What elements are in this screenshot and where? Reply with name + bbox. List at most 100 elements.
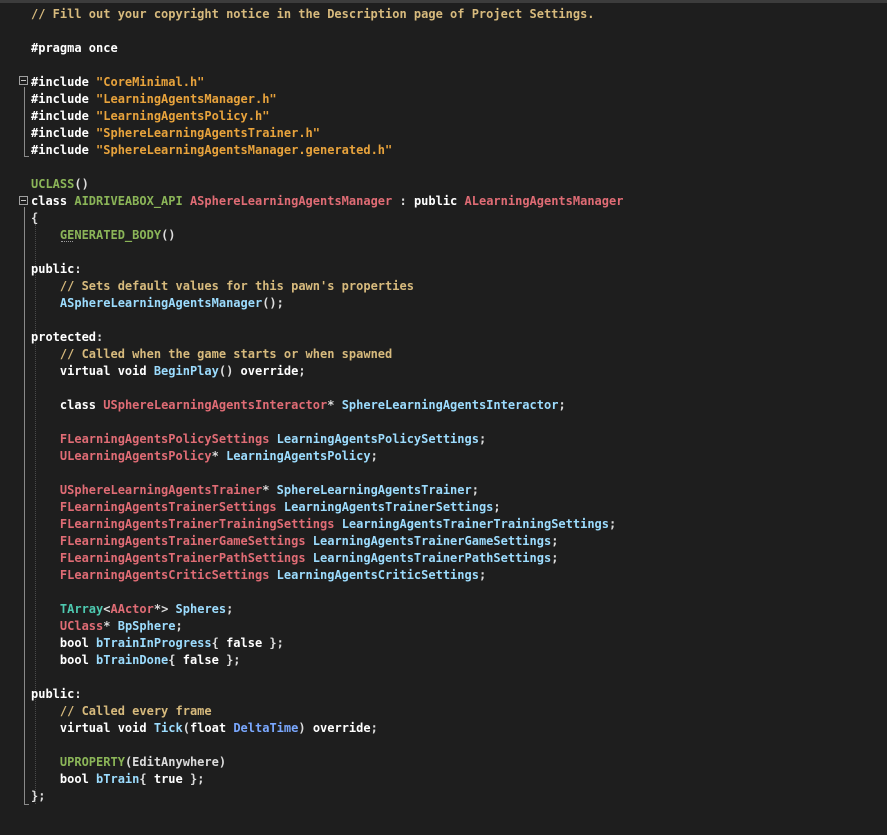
code-token-keyword: bool xyxy=(59,653,97,667)
code-token-plain: * xyxy=(103,619,118,633)
code-line[interactable]: UPROPERTY(EditAnywhere) xyxy=(31,754,226,771)
code-token-plain: ; xyxy=(551,551,559,565)
code-line[interactable]: #include "LearningAgentsPolicy.h" xyxy=(31,108,269,125)
code-token-class-name: ALearningAgentsManager xyxy=(464,194,624,208)
code-token-member: LearningAgentsTrainerTrainingSettings xyxy=(341,517,609,531)
code-line[interactable]: FLearningAgentsTrainerSettings LearningA… xyxy=(31,499,501,516)
code-line[interactable]: FLearningAgentsTrainerTrainingSettings L… xyxy=(31,516,616,533)
code-token-plain: () xyxy=(74,177,89,191)
code-editor[interactable]: // Fill out your copyright notice in the… xyxy=(0,0,887,835)
code-token-macro: GENERATED_BODY xyxy=(59,228,162,242)
code-line[interactable]: #include "CoreMinimal.h" xyxy=(31,74,204,91)
code-token-plain: * xyxy=(262,483,277,497)
code-line[interactable]: public: xyxy=(31,686,82,703)
code-line[interactable]: protected: xyxy=(31,329,103,346)
code-line[interactable]: GENERATED_BODY() xyxy=(31,227,176,244)
code-token-keyword: #include xyxy=(31,75,97,89)
code-token-keyword: true xyxy=(153,772,183,786)
code-token-plain: }; xyxy=(218,653,241,667)
code-line[interactable]: public: xyxy=(31,261,82,278)
code-line[interactable]: #include "SphereLearningAgentsManager.ge… xyxy=(31,142,392,159)
code-line[interactable]: FLearningAgentsTrainerPathSettings Learn… xyxy=(31,550,559,567)
code-line[interactable]: virtual void BeginPlay() override; xyxy=(31,363,306,380)
code-line[interactable]: class USphereLearningAgentsInteractor* S… xyxy=(31,397,566,414)
code-token-class-name: USphereLearningAgentsTrainer xyxy=(59,483,263,497)
code-token-plain: * xyxy=(327,398,342,412)
code-token-member: LearningAgentsPolicy xyxy=(226,449,371,463)
class-outline-bar xyxy=(24,207,25,804)
code-token-comment-text: // Fill out your copyright notice in the… xyxy=(31,7,595,21)
code-token-plain: ; xyxy=(493,500,501,514)
code-line[interactable]: // Called when the game starts or when s… xyxy=(31,346,392,363)
code-token-plain: ; xyxy=(471,483,479,497)
code-line[interactable]: UClass* BpSphere; xyxy=(31,618,183,635)
code-token-keyword: #include xyxy=(31,92,97,106)
code-token-member: bTrainInProgress xyxy=(96,636,212,650)
code-token-keyword: public xyxy=(413,194,465,208)
code-token-member: LearningAgentsPolicySettings xyxy=(276,432,479,446)
code-line[interactable]: USphereLearningAgentsTrainer* SphereLear… xyxy=(31,482,479,499)
code-token-plain: () xyxy=(218,364,241,378)
code-line[interactable]: bool bTrainDone{ false }; xyxy=(31,652,241,669)
code-token-member: SphereLearningAgentsTrainer xyxy=(276,483,472,497)
code-line[interactable]: FLearningAgentsTrainerGameSettings Learn… xyxy=(31,533,559,550)
code-token-class-name: FLearningAgentsTrainerSettings xyxy=(59,500,277,514)
code-line[interactable]: #include "SphereLearningAgentsTrainer.h" xyxy=(31,125,320,142)
code-token-string: "SphereLearningAgentsTrainer.h" xyxy=(96,126,320,140)
code-line[interactable]: #include "LearningAgentsManager.h" xyxy=(31,91,277,108)
code-token-plain: ) xyxy=(298,721,313,735)
code-token-member: SphereLearningAgentsInteractor xyxy=(341,398,559,412)
code-line[interactable]: { xyxy=(31,210,38,227)
code-token-plain: ; xyxy=(478,432,487,446)
code-line[interactable]: virtual void Tick(float DeltaTime) overr… xyxy=(31,720,378,737)
code-line[interactable]: bool bTrainInProgress{ false }; xyxy=(31,635,284,652)
code-line[interactable]: #pragma once xyxy=(31,40,118,57)
code-token-keyword: override xyxy=(240,364,299,378)
code-line[interactable]: UCLASS() xyxy=(31,176,89,193)
code-token-member: Spheres xyxy=(175,602,227,616)
code-token-keyword: #include xyxy=(31,109,97,123)
code-line[interactable]: TArray<AActor*> Spheres; xyxy=(31,601,233,618)
code-token-member: LearningAgentsTrainerGameSettings xyxy=(312,534,552,548)
code-token-plain: }; xyxy=(182,772,205,786)
code-line[interactable]: // Called every frame xyxy=(31,703,212,720)
code-line[interactable]: FLearningAgentsPolicySettings LearningAg… xyxy=(31,431,486,448)
code-line[interactable]: bool bTrain{ true }; xyxy=(31,771,205,788)
collapse-class-icon[interactable] xyxy=(19,196,28,205)
code-token-member: LearningAgentsTrainerSettings xyxy=(283,500,494,514)
code-token-plain: ; xyxy=(551,534,559,548)
code-line[interactable]: // Sets default values for this pawn's p… xyxy=(31,278,414,295)
code-token-keyword: virtual void xyxy=(59,721,154,735)
code-token-type: TArray xyxy=(59,602,104,616)
code-line[interactable]: class AIDRIVEABOX_API ASphereLearningAge… xyxy=(31,193,623,210)
code-token-plain: () xyxy=(161,228,176,242)
code-token-keyword: bool xyxy=(59,772,97,786)
code-token-macro: UPROPERTY xyxy=(59,755,125,769)
code-line[interactable]: FLearningAgentsCriticSettings LearningAg… xyxy=(31,567,486,584)
code-token-keyword: class xyxy=(59,398,104,412)
code-line[interactable]: ASphereLearningAgentsManager(); xyxy=(31,295,284,312)
code-line[interactable]: }; xyxy=(31,788,45,805)
code-token-plain: ; xyxy=(370,449,378,463)
code-token-class-name: FLearningAgentsCriticSettings xyxy=(59,568,270,582)
code-line[interactable]: // Fill out your copyright notice in the… xyxy=(31,6,595,23)
code-line[interactable]: ULearningAgentsPolicy* LearningAgentsPol… xyxy=(31,448,378,465)
collapse-includes-icon[interactable] xyxy=(19,76,28,85)
